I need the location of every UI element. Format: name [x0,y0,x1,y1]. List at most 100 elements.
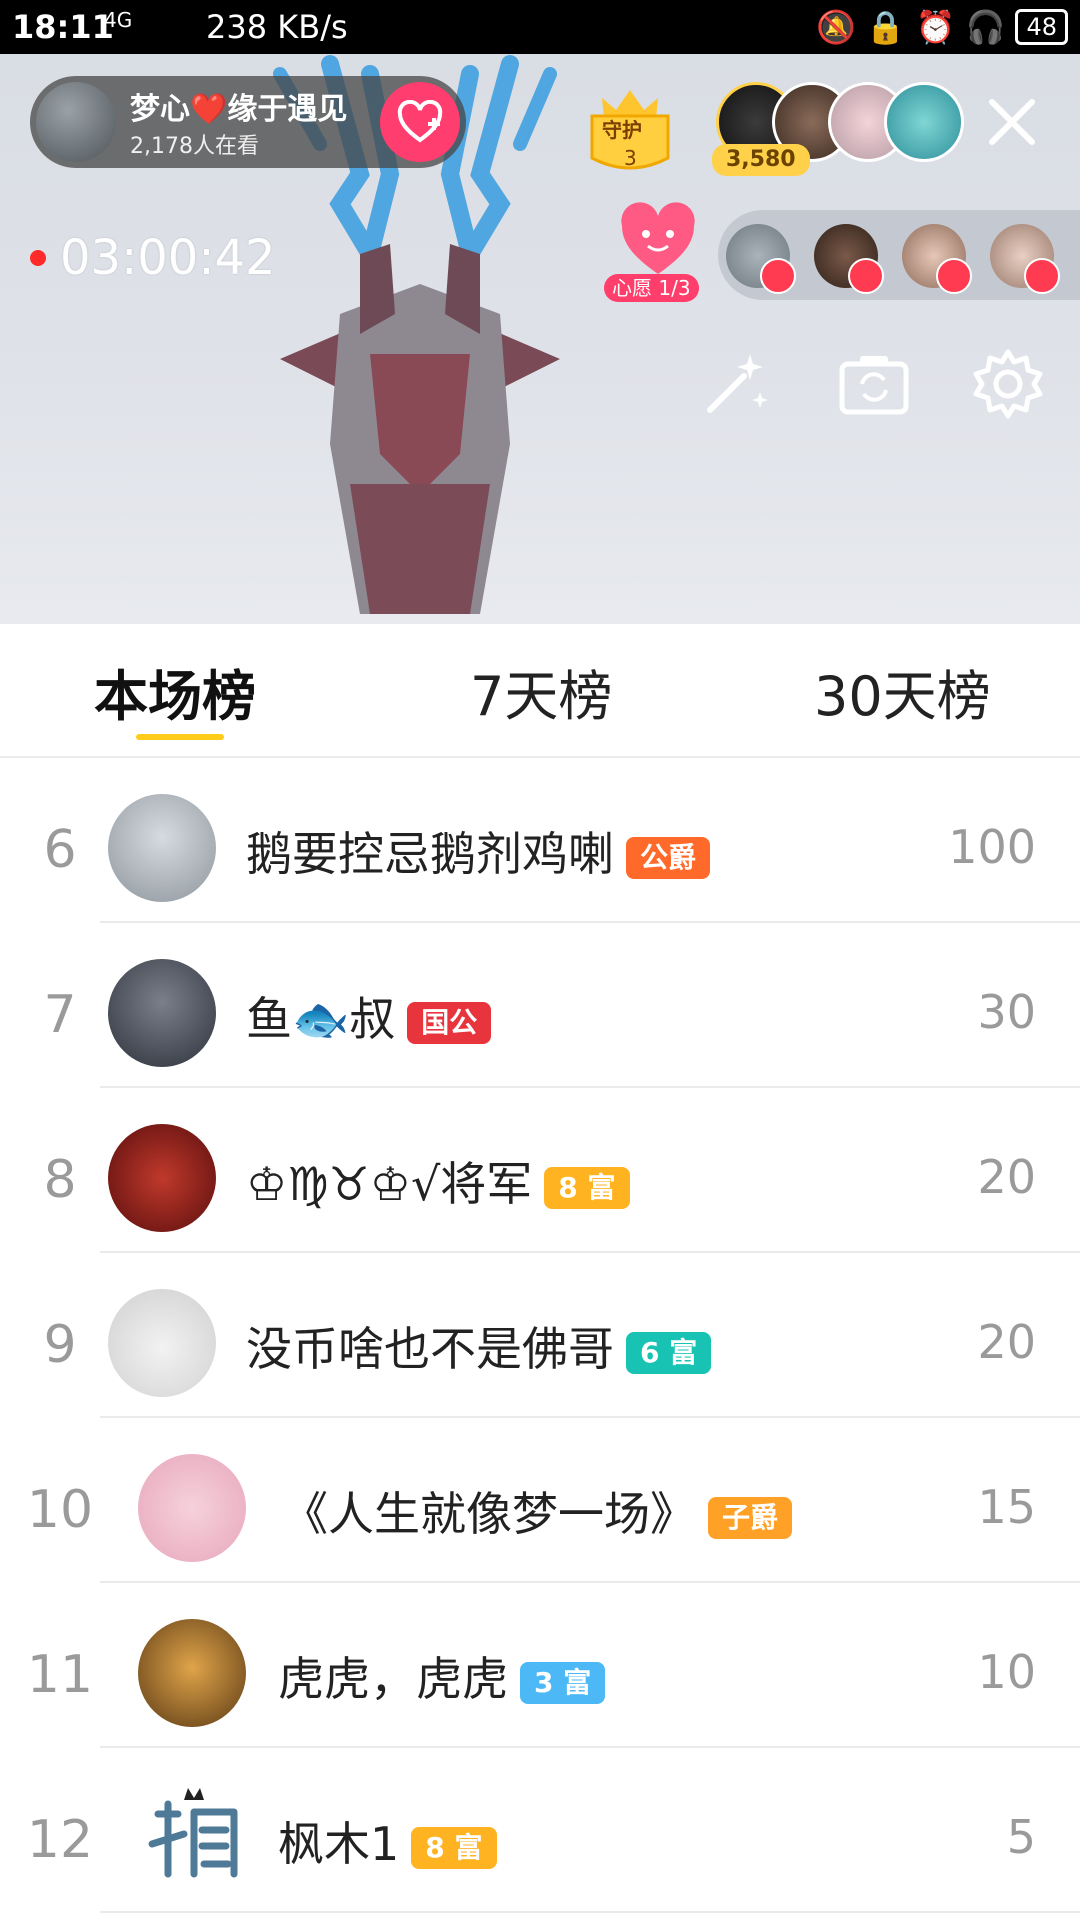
user-name-text: 鱼🐟叔 [246,992,396,1046]
viewer-count: 2,178人在看 [130,134,259,159]
user-avatar[interactable] [138,1619,246,1727]
gear-icon [973,349,1043,419]
user-name: 枫木1 8 富 [278,1808,497,1874]
user-avatar[interactable] [138,1454,246,1562]
wish-button[interactable]: 心愿 1/3 [604,202,708,306]
lock-icon: 🔒 [865,8,906,46]
user-name-text: ♔♍♉♔√将军 [246,1157,533,1211]
guard-count: 3 [624,146,637,170]
user-name: 鹅要控忌鹅剂鸡喇 公爵 [246,818,711,884]
close-button[interactable] [980,90,1044,154]
seat-strip[interactable] [718,210,1080,300]
sofa-icon [848,258,884,294]
follow-button[interactable] [380,82,460,162]
host-name: 梦心❤️缘于遇见 [130,92,348,127]
list-item[interactable]: 6 鹅要控忌鹅剂鸡喇 公爵 100 [0,758,1080,923]
user-badge: 国公 [407,1001,492,1044]
list-item[interactable]: 12 枫木1 8 富 5 [0,1748,1080,1913]
user-badge: 3 富 [520,1661,606,1704]
seat-avatar[interactable] [726,224,796,294]
user-badge: 子爵 [708,1496,793,1539]
user-score: 100 [948,820,1036,874]
user-name-text: 虎虎，虎虎 [278,1652,508,1706]
ranking-tabs: 本场榜 7天榜 30天榜 [0,624,1080,758]
alarm-icon: ⏰ [915,8,956,46]
user-name-text: 枫木1 [278,1817,400,1871]
rank-number: 11 [26,1645,94,1705]
rank-number: 7 [43,985,77,1045]
user-badge: 公爵 [626,836,711,879]
sofa-icon [1024,258,1060,294]
sofa-icon [936,258,972,294]
user-badge: 6 富 [626,1331,712,1374]
guard-badge[interactable]: 守护 3 [582,80,678,180]
user-score: 15 [977,1480,1036,1534]
tab-current[interactable]: 本场榜 [94,652,256,731]
host-avatar[interactable] [36,82,116,162]
user-name: ♔♍♉♔√将军 8 富 [246,1148,630,1214]
user-avatar[interactable] [108,959,216,1067]
network-speed: 238 KB/s [206,8,348,46]
user-avatar[interactable] [108,1289,216,1397]
switch-camera-button[interactable] [838,348,910,420]
heart-plus-icon [397,100,443,143]
list-item[interactable]: 11 虎虎，虎虎 3 富 10 [0,1583,1080,1748]
rank-number: 8 [43,1150,77,1210]
list-item[interactable]: 10 《人生就像梦一场》 子爵 15 [0,1418,1080,1583]
live-stream-view[interactable]: 梦心❤️缘于遇见 2,178人在看 守护 3 3,580 03:00:42 心愿… [0,54,1080,624]
user-avatar[interactable] [138,1784,246,1892]
seat-avatar[interactable] [814,224,884,294]
live-timer: 03:00:42 [30,230,276,286]
beauty-wand-button[interactable] [700,348,772,420]
user-name: 虎虎，虎虎 3 富 [278,1643,606,1709]
rank-number: 9 [43,1315,77,1375]
list-item[interactable]: 9 没币啥也不是佛哥 6 富 20 [0,1253,1080,1418]
list-item[interactable]: 8 ♔♍♉♔√将军 8 富 20 [0,1088,1080,1253]
divider [100,1911,1080,1913]
user-score: 30 [977,985,1036,1039]
status-bar: 18:11 4G 238 KB/s 🔕 🔒 ⏰ 🎧 48 [0,0,1080,54]
seat-avatar[interactable] [990,224,1060,294]
active-tab-indicator [136,734,224,740]
user-name: 鱼🐟叔 国公 [246,983,492,1049]
rank-number: 10 [26,1480,94,1540]
user-score: 20 [977,1315,1036,1369]
coin-count: 3,580 [712,144,810,176]
seat-avatar[interactable] [902,224,972,294]
camera-switch-icon [839,356,909,415]
tab-30-days[interactable]: 30天榜 [814,652,991,731]
status-icons: 🔕 🔒 ⏰ 🎧 48 [816,8,1068,46]
wish-label: 心愿 1/3 [604,274,699,302]
close-icon [989,99,1035,145]
user-badge: 8 富 [411,1826,497,1869]
mute-icon: 🔕 [816,8,856,46]
user-avatar[interactable] [108,1124,216,1232]
user-name-text: 没币啥也不是佛哥 [246,1322,614,1376]
user-name-text: 鹅要控忌鹅剂鸡喇 [246,827,614,881]
viewer-avatar[interactable] [884,82,964,162]
ranking-list[interactable]: 6 鹅要控忌鹅剂鸡喇 公爵 100 7 鱼🐟叔 国公 30 8 ♔♍♉♔√将军 8 富… [0,758,1080,1920]
host-info-pill[interactable]: 梦心❤️缘于遇见 2,178人在看 [30,76,466,168]
network-type: 4G [104,8,133,32]
status-time: 18:11 [12,8,114,46]
user-badge: 8 富 [544,1166,630,1209]
user-score: 20 [977,1150,1036,1204]
settings-button[interactable] [972,348,1044,420]
user-name-text: 《人生就像梦一场》 [282,1487,696,1541]
live-duration: 03:00:42 [60,230,276,286]
calligraphy-avatar-icon [148,1788,238,1878]
battery-icon: 48 [1015,9,1068,45]
user-name: 没币啥也不是佛哥 6 富 [246,1313,712,1379]
rank-number: 6 [43,820,77,880]
magic-wand-icon [707,354,768,413]
live-dot-icon [30,250,46,266]
rank-number: 12 [26,1810,94,1870]
wish-heart-icon [621,202,695,274]
list-item[interactable]: 7 鱼🐟叔 国公 30 [0,923,1080,1088]
user-avatar[interactable] [108,794,216,902]
guard-label: 守护 [602,118,642,142]
headphone-icon: 🎧 [965,8,1006,46]
user-score: 10 [977,1645,1036,1699]
user-name: 《人生就像梦一场》 子爵 [282,1478,793,1544]
tab-7-days[interactable]: 7天榜 [470,652,612,731]
